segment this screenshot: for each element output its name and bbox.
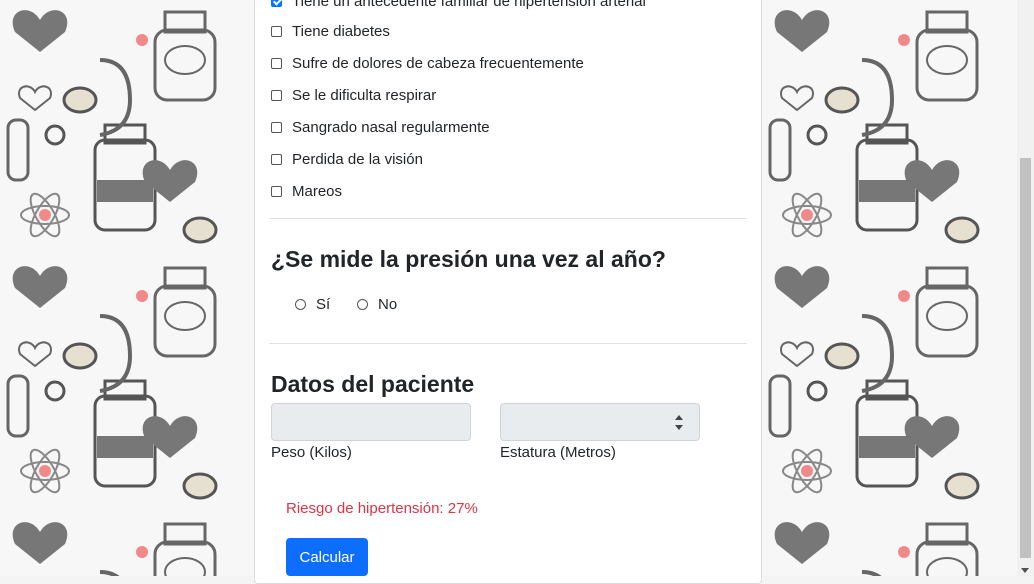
section-divider [269, 343, 747, 344]
checkbox-vision-loss[interactable] [271, 153, 282, 165]
symptom-checkbox-row[interactable]: Se le dificulta respirar [271, 84, 436, 106]
patient-data-heading: Datos del paciente [271, 371, 475, 397]
checkbox-breathing[interactable] [271, 89, 282, 101]
weight-input[interactable] [271, 403, 471, 441]
checkbox-headaches[interactable] [271, 57, 282, 69]
weight-label: Peso (Kilos) [271, 444, 352, 461]
scroll-down-arrow-icon[interactable] [1021, 568, 1029, 573]
checkbox-diabetes[interactable] [271, 25, 282, 37]
checkbox-dizziness[interactable] [271, 185, 282, 197]
checkbox-family-history[interactable] [271, 0, 282, 7]
form-card: Tiene un antecedente familiar de hiperte… [254, 0, 762, 584]
calculate-button[interactable]: Calcular [286, 538, 368, 576]
risk-result-text: Riesgo de hipertensión: 27% [286, 500, 478, 517]
radio-label-yes: Sí [316, 296, 331, 313]
checkbox-label: Tiene diabetes [292, 22, 390, 40]
radio-label-no: No [378, 296, 398, 313]
symptom-checkbox-row[interactable]: Mareos [271, 180, 342, 202]
checkbox-nosebleed[interactable] [271, 121, 282, 133]
radio-option-yes[interactable]: Sí [295, 296, 330, 313]
radio-yes[interactable] [295, 299, 306, 310]
checkbox-label: Tiene un antecedente familiar de hiperte… [292, 0, 646, 10]
symptom-checkbox-row[interactable]: Sufre de dolores de cabeza frecuentement… [271, 52, 584, 74]
height-input[interactable] [500, 403, 700, 441]
scrollbar-thumb[interactable] [1020, 158, 1031, 558]
symptom-checkbox-row[interactable]: Tiene diabetes [271, 20, 390, 42]
radio-option-no[interactable]: No [357, 296, 397, 313]
section-divider [269, 218, 747, 219]
checkbox-label: Mareos [292, 182, 343, 200]
height-label: Estatura (Metros) [500, 444, 616, 461]
pressure-question-heading: ¿Se mide la presión una vez al año? [271, 246, 666, 272]
symptom-checkbox-row[interactable]: Perdida de la visión [271, 148, 423, 170]
checkbox-label: Sangrado nasal regularmente [292, 118, 490, 136]
checkbox-label: Se le dificulta respirar [292, 86, 437, 104]
number-spinner-icon[interactable] [675, 415, 683, 431]
symptom-checkbox-row[interactable]: Tiene un antecedente familiar de hiperte… [271, 0, 646, 12]
symptom-checkbox-row[interactable]: Sangrado nasal regularmente [271, 116, 490, 138]
checkbox-label: Sufre de dolores de cabeza frecuentement… [292, 54, 584, 72]
checkbox-label: Perdida de la visión [292, 150, 423, 168]
radio-no[interactable] [357, 299, 368, 310]
page-scrollbar[interactable] [1017, 0, 1034, 576]
